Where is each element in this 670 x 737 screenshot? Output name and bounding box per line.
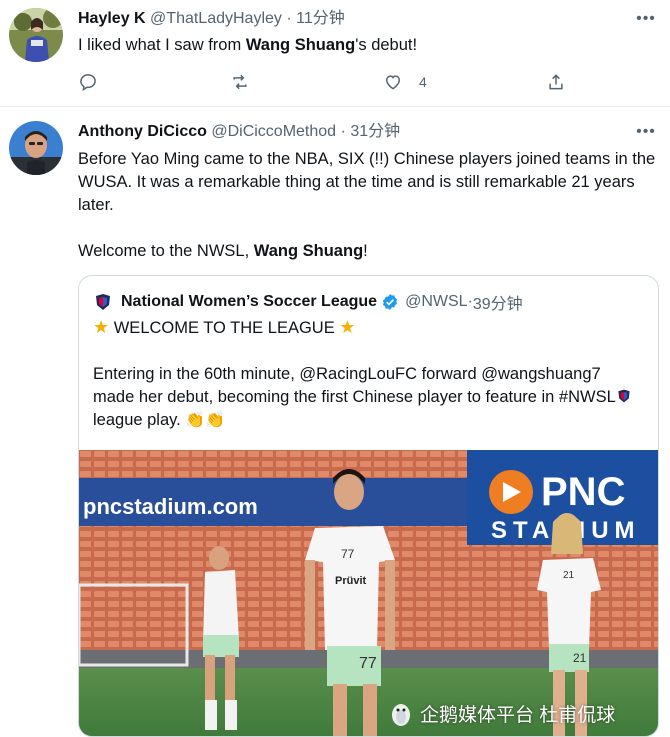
share-icon (549, 74, 563, 90)
retweet-button[interactable] (230, 70, 250, 94)
like-button[interactable]: 4 (383, 70, 427, 94)
share-button[interactable] (546, 70, 566, 94)
tweet-header: Hayley K @ThatLadyHayley · 11分钟 (78, 10, 345, 27)
tweet-paragraph-1: Before Yao Ming came to the NBA, SIX (!!… (78, 150, 656, 214)
watermark: 企鹅媒体平台 杜甫侃球 (388, 700, 615, 727)
quote-author-handle[interactable]: @NWSL (405, 293, 467, 311)
tweet-text: Before Yao Ming came to the NBA, SIX (!!… (78, 148, 658, 263)
quoted-tweet[interactable]: National Women’s Soccer League @NWSL · 3… (78, 275, 659, 737)
verified-icon (383, 294, 398, 310)
shorts-number: 21 (573, 651, 587, 665)
star-icon: ★ (93, 317, 110, 337)
shorts-number: 77 (359, 655, 377, 672)
reply-button[interactable] (78, 70, 98, 94)
clapping-hands-icon: 👏👏 (185, 412, 226, 429)
pnc-banner-text: PNC (541, 470, 625, 514)
quote-headline: ★ WELCOME TO THE LEAGUE ★ (93, 317, 356, 337)
watermark-text: 企鹅媒体平台 杜甫侃球 (420, 705, 616, 726)
stadium-banner-text: pncstadium.com (83, 494, 258, 519)
author-handle[interactable]: @DiCiccoMethod (211, 123, 336, 140)
tweet-anthony[interactable]: Anthony DiCicco @DiCiccoMethod · 31分钟 ••… (0, 108, 670, 737)
quote-text: ★ WELCOME TO THE LEAGUE ★ Entering in th… (93, 316, 638, 432)
timestamp[interactable]: 31分钟 (350, 123, 400, 140)
author-handle[interactable]: @ThatLadyHayley (150, 10, 282, 27)
tweet-header: Anthony DiCicco @DiCiccoMethod · 31分钟 (78, 123, 401, 140)
avatar[interactable] (9, 121, 63, 175)
reply-icon (80, 74, 96, 92)
penguin-icon (392, 703, 410, 726)
jersey-number: 77 (341, 547, 355, 561)
timestamp[interactable]: 11分钟 (296, 10, 345, 27)
more-icon[interactable]: ••• (636, 9, 656, 29)
author-name[interactable]: Anthony DiCicco (78, 123, 207, 140)
tweet-actions: 4 (78, 70, 578, 94)
tweet-paragraph-2: Welcome to the NWSL, Wang Shuang! (78, 242, 368, 260)
quote-timestamp[interactable]: 39分钟 (473, 290, 523, 314)
jersey-sponsor: Prüvit (335, 575, 367, 587)
heart-icon (385, 75, 401, 90)
quote-photo[interactable]: pncstadium.com PNC STADIUM (79, 450, 658, 736)
tweet-text: I liked what I saw from Wang Shuang's de… (78, 36, 418, 54)
retweet-icon (233, 74, 247, 90)
quote-author-name[interactable]: National Women’s Soccer League (121, 293, 377, 311)
avatar[interactable] (9, 8, 63, 62)
jersey-number: 21 (563, 570, 575, 581)
like-count: 4 (419, 74, 427, 90)
nwsl-logo-icon (96, 294, 110, 310)
quote-header: National Women’s Soccer League @NWSL · 3… (93, 290, 523, 314)
nwsl-logo-icon (618, 389, 630, 403)
more-icon[interactable]: ••• (636, 122, 656, 142)
author-name[interactable]: Hayley K (78, 10, 146, 27)
tweet-hayley[interactable]: Hayley K @ThatLadyHayley · 11分钟 ••• I li… (0, 0, 670, 107)
quote-body: Entering in the 60th minute, @RacingLouF… (93, 363, 638, 432)
star-icon: ★ (339, 317, 356, 337)
